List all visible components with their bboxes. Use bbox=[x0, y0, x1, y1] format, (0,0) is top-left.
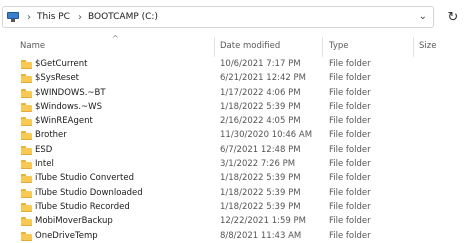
item-name: $WinREAgent bbox=[35, 116, 93, 127]
item-date-modified: 1/18/2022 5:39 PM bbox=[220, 101, 301, 112]
item-name: ESD bbox=[35, 144, 53, 155]
list-item[interactable]: iTube Studio Downloaded 1/18/2022 5:39 P… bbox=[0, 186, 474, 200]
folder-icon bbox=[21, 117, 32, 127]
folder-icon bbox=[21, 231, 32, 241]
item-type: File folder bbox=[329, 87, 371, 98]
breadcrumb-this-pc[interactable]: This PC bbox=[37, 12, 70, 22]
breadcrumb-separator-icon: › bbox=[27, 11, 31, 23]
list-item[interactable]: $SysReset 6/21/2021 12:42 PM File folder bbox=[0, 71, 474, 85]
address-bar-area: › This PC › BOOTCAMP (C:) ⌄ ↻ bbox=[0, 0, 474, 34]
item-date-modified: 8/8/2021 11:43 AM bbox=[220, 230, 302, 241]
item-name: iTube Studio Downloaded bbox=[35, 187, 143, 198]
item-date-modified: 1/18/2022 5:39 PM bbox=[220, 187, 301, 198]
folder-icon bbox=[21, 60, 32, 69]
item-type: File folder bbox=[329, 173, 371, 184]
address-bar[interactable]: › This PC › BOOTCAMP (C:) ⌄ bbox=[2, 6, 434, 28]
breadcrumb-bootcamp-drive[interactable]: BOOTCAMP (C:) bbox=[88, 12, 158, 22]
item-name: OneDriveTemp bbox=[35, 230, 98, 241]
item-date-modified: 6/21/2021 12:42 PM bbox=[220, 73, 306, 84]
column-header-date-modified[interactable]: Date modified bbox=[220, 41, 280, 51]
folder-icon bbox=[21, 202, 32, 212]
breadcrumb-separator-icon: › bbox=[77, 11, 82, 23]
folder-icon bbox=[21, 188, 32, 198]
item-date-modified: 3/1/2022 7:26 PM bbox=[220, 159, 296, 170]
item-name: Brother bbox=[35, 130, 67, 141]
item-type: File folder bbox=[329, 216, 371, 227]
column-header-type[interactable]: Type bbox=[329, 41, 349, 51]
item-date-modified: 1/18/2022 5:39 PM bbox=[220, 201, 301, 212]
list-item[interactable]: $WINDOWS.~BT 1/17/2022 4:06 PM File fold… bbox=[0, 86, 474, 100]
list-item[interactable]: OneDriveTemp 8/8/2021 11:43 AM File fold… bbox=[0, 229, 474, 243]
list-item[interactable]: iTube Studio Converted 1/18/2022 5:39 PM… bbox=[0, 171, 474, 185]
folder-icon bbox=[21, 88, 32, 98]
folder-icon bbox=[21, 174, 32, 184]
item-name: $WINDOWS.~BT bbox=[35, 87, 106, 98]
item-name: $GetCurrent bbox=[35, 59, 88, 69]
column-divider[interactable] bbox=[413, 37, 414, 57]
item-type: File folder bbox=[329, 73, 371, 84]
folder-icon bbox=[21, 145, 32, 155]
sort-ascending-icon: ^ bbox=[112, 34, 119, 43]
item-type: File folder bbox=[329, 230, 371, 241]
column-divider[interactable] bbox=[322, 37, 323, 57]
item-date-modified: 10/6/2021 7:17 PM bbox=[220, 59, 301, 69]
item-date-modified: 12/22/2021 1:59 PM bbox=[220, 216, 306, 227]
folder-icon bbox=[21, 131, 32, 141]
item-name: $Windows.~WS bbox=[35, 101, 102, 112]
folder-icon bbox=[21, 74, 32, 84]
refresh-icon: ↻ bbox=[447, 9, 459, 25]
item-name: $SysReset bbox=[35, 73, 80, 84]
item-type: File folder bbox=[329, 130, 371, 141]
item-type: File folder bbox=[329, 201, 371, 212]
column-header-name[interactable]: Name bbox=[20, 41, 45, 51]
this-pc-icon bbox=[7, 12, 19, 22]
item-type: File folder bbox=[329, 144, 371, 155]
item-type: File folder bbox=[329, 159, 371, 170]
folder-icon bbox=[21, 102, 32, 112]
column-header-size[interactable]: Size bbox=[419, 41, 436, 51]
item-date-modified: 1/17/2022 4:06 PM bbox=[220, 87, 301, 98]
list-item[interactable]: iTube Studio Recorded 1/18/2022 5:39 PM … bbox=[0, 200, 474, 214]
list-item[interactable]: MobiMoverBackup 12/22/2021 1:59 PM File … bbox=[0, 214, 474, 228]
item-date-modified: 2/16/2022 4:05 PM bbox=[220, 116, 301, 127]
list-item[interactable]: ESD 6/7/2021 12:48 PM File folder bbox=[0, 143, 474, 157]
refresh-button[interactable]: ↻ bbox=[438, 6, 468, 28]
item-type: File folder bbox=[329, 101, 371, 112]
item-name: iTube Studio Recorded bbox=[35, 201, 130, 212]
folder-icon bbox=[21, 217, 32, 227]
item-date-modified: 11/30/2020 10:46 AM bbox=[220, 130, 313, 141]
list-item[interactable]: $Windows.~WS 1/18/2022 5:39 PM File fold… bbox=[0, 100, 474, 114]
item-name: Intel bbox=[35, 159, 54, 170]
list-item[interactable]: $WinREAgent 2/16/2022 4:05 PM File folde… bbox=[0, 114, 474, 128]
item-date-modified: 6/7/2021 12:48 PM bbox=[220, 144, 301, 155]
item-type: File folder bbox=[329, 59, 371, 69]
list-item[interactable]: $GetCurrent 10/6/2021 7:17 PM File folde… bbox=[0, 57, 474, 71]
item-type: File folder bbox=[329, 116, 371, 127]
folder-icon bbox=[21, 160, 32, 170]
item-name: iTube Studio Converted bbox=[35, 173, 134, 184]
list-item[interactable]: Brother 11/30/2020 10:46 AM File folder bbox=[0, 128, 474, 142]
column-divider[interactable] bbox=[214, 37, 215, 57]
item-type: File folder bbox=[329, 187, 371, 198]
chevron-down-icon[interactable]: ⌄ bbox=[419, 11, 427, 22]
item-name: MobiMoverBackup bbox=[35, 216, 113, 227]
item-date-modified: 1/18/2022 5:39 PM bbox=[220, 173, 301, 184]
file-list: $GetCurrent 10/6/2021 7:17 PM File folde… bbox=[0, 57, 474, 243]
list-item[interactable]: Intel 3/1/2022 7:26 PM File folder bbox=[0, 157, 474, 171]
